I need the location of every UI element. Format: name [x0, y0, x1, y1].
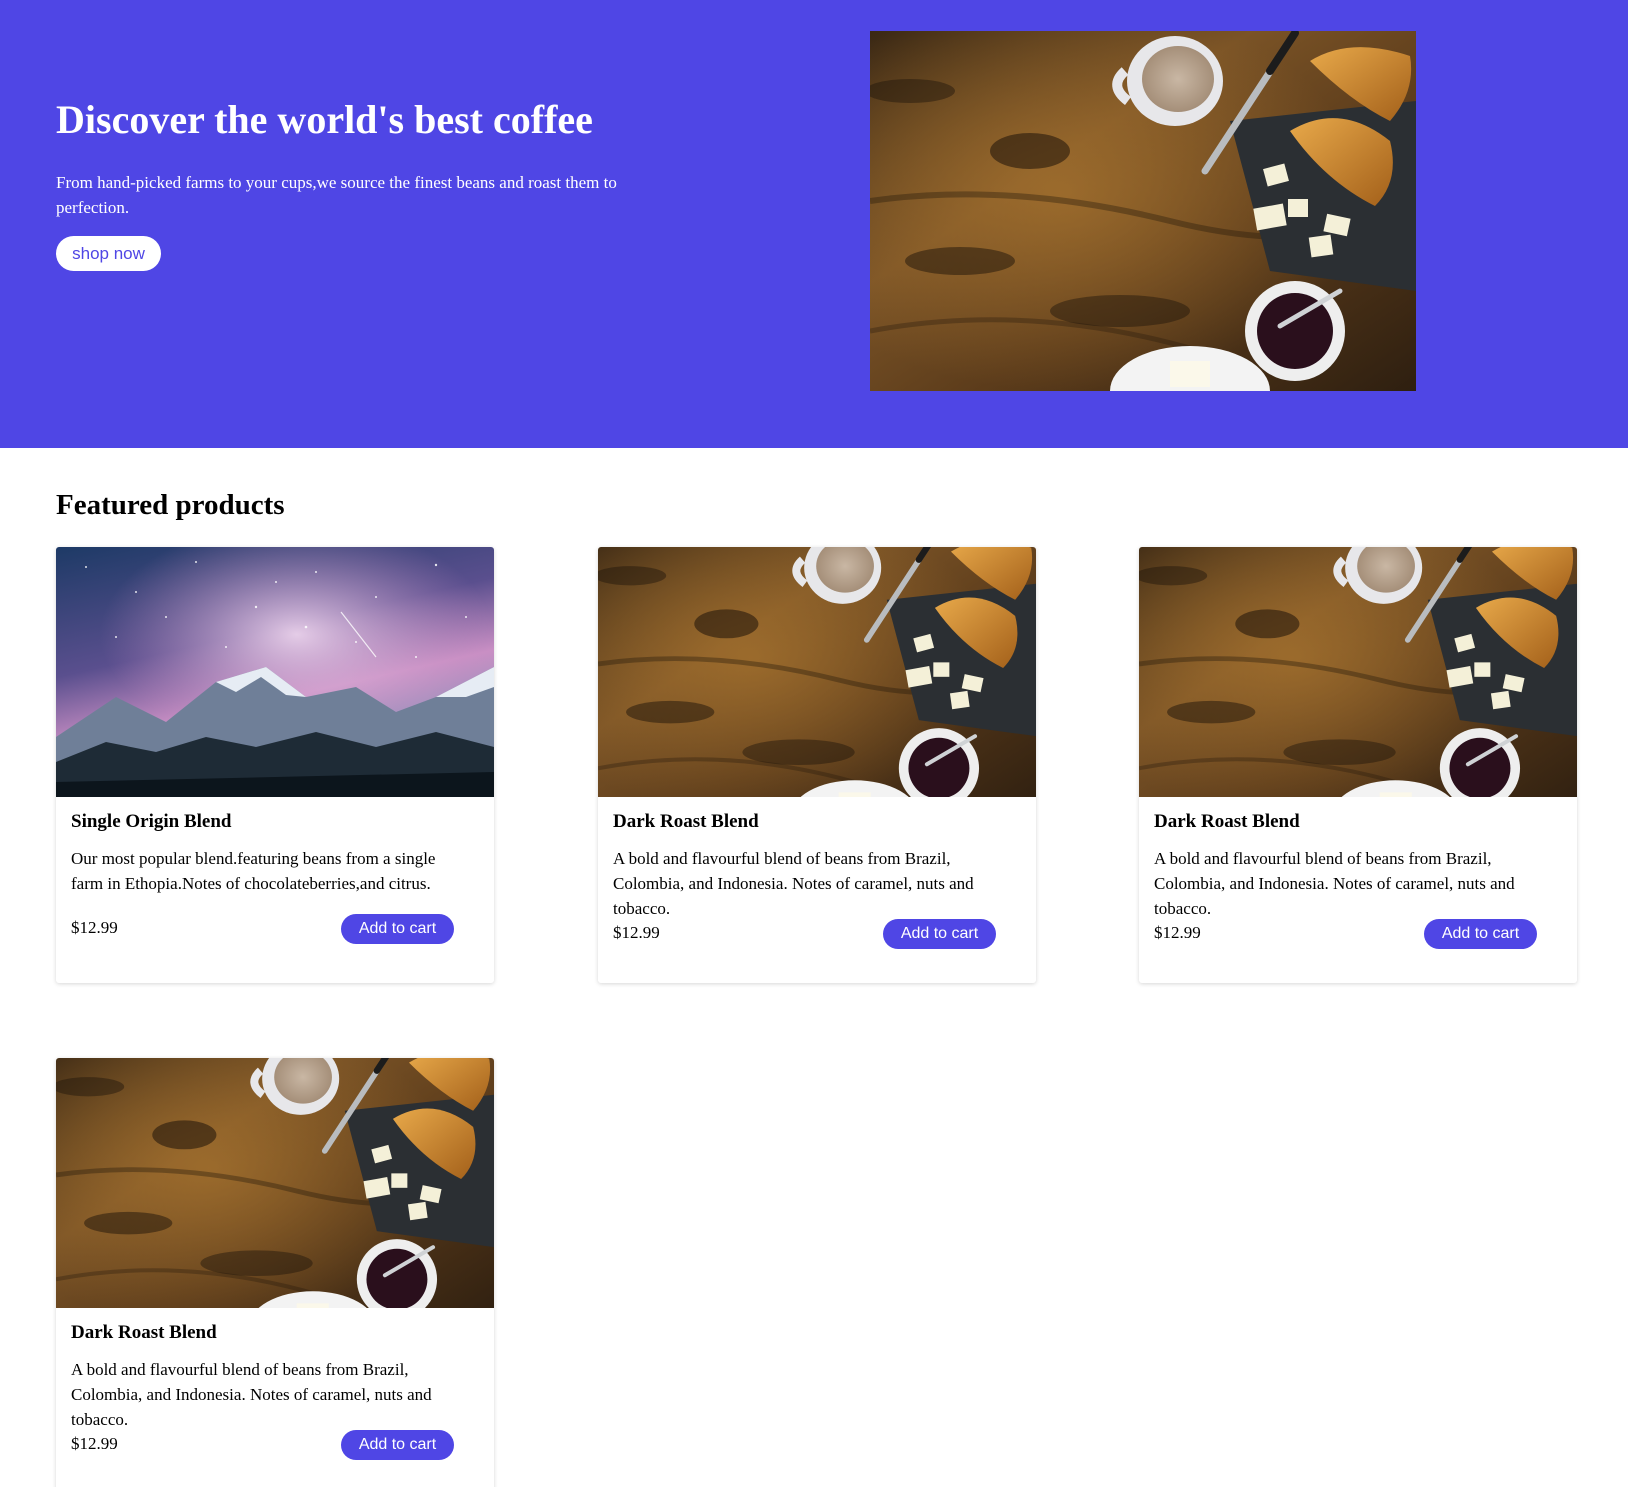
product-description: A bold and flavourful blend of beans fro… [613, 849, 974, 918]
product-description: A bold and flavourful blend of beans fro… [1154, 849, 1515, 918]
product-price: $12.99 [613, 923, 660, 942]
product-card: Single Origin Blend Our most popular ble… [56, 547, 494, 983]
add-to-cart-button[interactable]: Add to cart [1424, 919, 1537, 949]
product-name: Dark Roast Blend [613, 811, 759, 832]
hero-image [870, 31, 1416, 391]
product-name: Dark Roast Blend [71, 1322, 217, 1343]
product-price: $12.99 [1154, 923, 1201, 942]
featured-heading: Featured products [56, 489, 285, 521]
product-image [1139, 547, 1577, 797]
add-to-cart-button[interactable]: Add to cart [883, 919, 996, 949]
product-image [598, 547, 1036, 797]
product-image [56, 1058, 494, 1308]
product-description: A bold and flavourful blend of beans fro… [71, 1360, 432, 1429]
product-price: $12.99 [71, 1434, 118, 1453]
product-image [56, 547, 494, 797]
hero-title: Discover the world's best coffee [56, 97, 593, 142]
product-price: $12.99 [71, 918, 118, 937]
product-card: Dark Roast Blend A bold and flavourful b… [56, 1058, 494, 1487]
add-to-cart-button[interactable]: Add to cart [341, 1430, 454, 1460]
product-name: Dark Roast Blend [1154, 811, 1300, 832]
hero-subtitle: From hand-picked farms to your cups,we s… [56, 173, 617, 217]
product-description: Our most popular blend.featuring beans f… [71, 849, 436, 893]
product-card: Dark Roast Blend A bold and flavourful b… [1139, 547, 1577, 983]
hero-banner: Discover the world's best coffee From ha… [0, 0, 1628, 448]
shop-now-button[interactable]: shop now [56, 236, 161, 271]
product-name: Single Origin Blend [71, 811, 232, 832]
product-card: Dark Roast Blend A bold and flavourful b… [598, 547, 1036, 983]
add-to-cart-button[interactable]: Add to cart [341, 914, 454, 944]
